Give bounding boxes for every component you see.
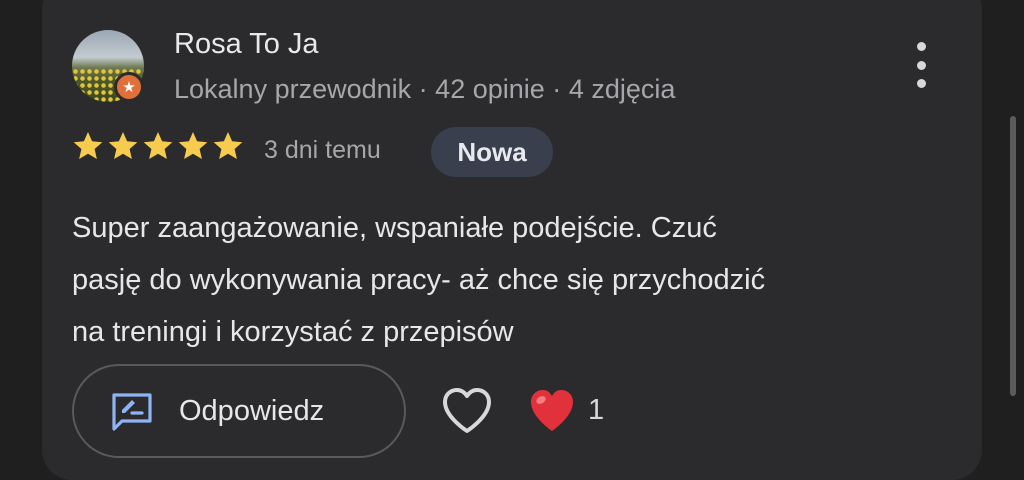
review-text: Super zaangażowanie, wspaniałe podejście… (72, 202, 952, 358)
star-icon (213, 132, 243, 159)
review-text-line: Super zaangażowanie, wspaniałe podejście… (72, 212, 717, 244)
star-icon (108, 132, 138, 159)
menu-dot (916, 79, 926, 88)
meta-separator: · (552, 74, 562, 104)
new-badge: Nowa (431, 127, 553, 177)
review-date: 3 dni temu (264, 136, 381, 164)
reply-button[interactable]: Odpowiedz (72, 364, 406, 458)
reviews-count: 42 opinie (435, 74, 545, 104)
more-options-icon[interactable] (906, 42, 936, 88)
rate-review-icon (112, 393, 152, 431)
star-icon (73, 132, 103, 159)
local-guide-badge-icon: ★ (114, 72, 144, 102)
star-rating (72, 130, 244, 162)
star-icon (143, 132, 173, 159)
reviewer-name[interactable]: Rosa To Ja (174, 28, 319, 61)
red-heart-icon[interactable] (528, 388, 576, 434)
reply-label: Odpowiedz (179, 394, 325, 427)
scrollbar[interactable] (1010, 116, 1016, 396)
reviewer-role: Lokalny przewodnik (174, 74, 412, 104)
menu-dot (916, 42, 926, 51)
review-text-line: pasję do wykonywania pracy- aż chce się … (72, 264, 766, 296)
menu-dot (916, 60, 926, 70)
reviewer-meta: Lokalny przewodnik · 42 opinie · 4 zdjęc… (174, 74, 675, 105)
photos-count: 4 zdjęcia (568, 74, 676, 104)
reaction-count: 1 (588, 394, 605, 426)
like-heart-icon[interactable] (440, 386, 494, 436)
meta-separator: · (418, 74, 428, 104)
review-text-line: na treningi i korzystać z przepisów (72, 316, 514, 348)
star-icon (178, 132, 208, 159)
